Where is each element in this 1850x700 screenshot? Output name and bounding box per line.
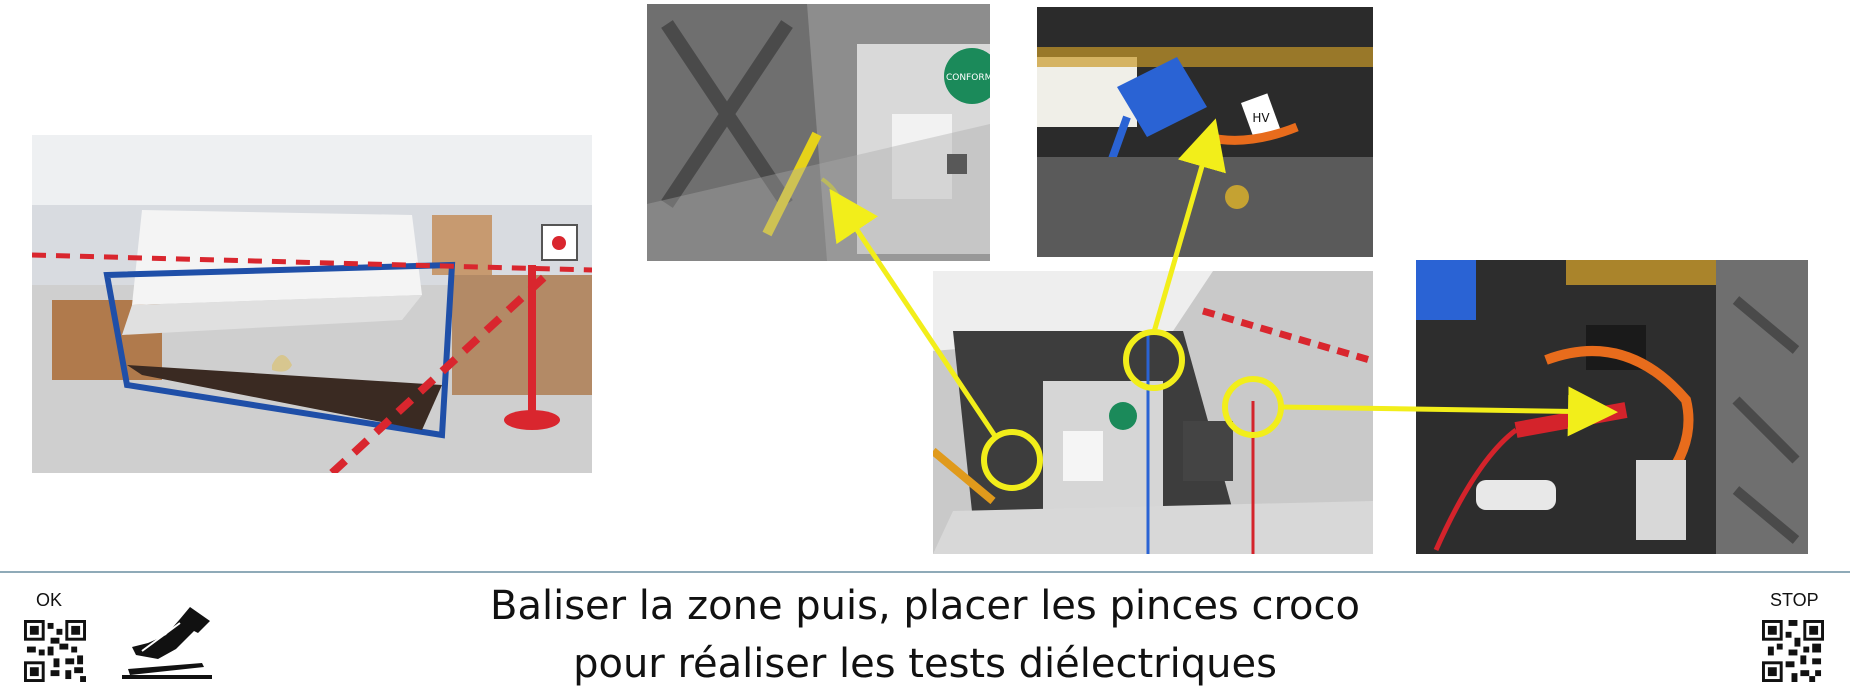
footer-divider — [0, 571, 1850, 573]
photo-blue-clip-closeup: HV — [1037, 7, 1373, 257]
ok-label: OK — [36, 590, 63, 610]
photo-red-clip-closeup — [1416, 260, 1808, 554]
instruction-text: Baliser la zone puis, placer les pinces … — [380, 577, 1470, 693]
ok-qr-code-icon[interactable] — [24, 620, 86, 682]
stop-label: STOP — [1770, 590, 1819, 610]
instruction-line-1: Baliser la zone puis, placer les pinces … — [490, 583, 1360, 629]
stop-qr-code-icon[interactable] — [1762, 620, 1824, 682]
photo-overview-cart — [32, 135, 592, 473]
conforme-label: CONFORME — [946, 73, 990, 83]
photo-battery-overview — [933, 271, 1373, 554]
foot-pedal-icon — [122, 607, 212, 679]
photo-yellow-clip-closeup: CONFORME — [647, 4, 990, 261]
instruction-line-2: pour réaliser les tests diélectriques — [573, 641, 1277, 687]
hv-tag: HV — [1252, 111, 1270, 125]
